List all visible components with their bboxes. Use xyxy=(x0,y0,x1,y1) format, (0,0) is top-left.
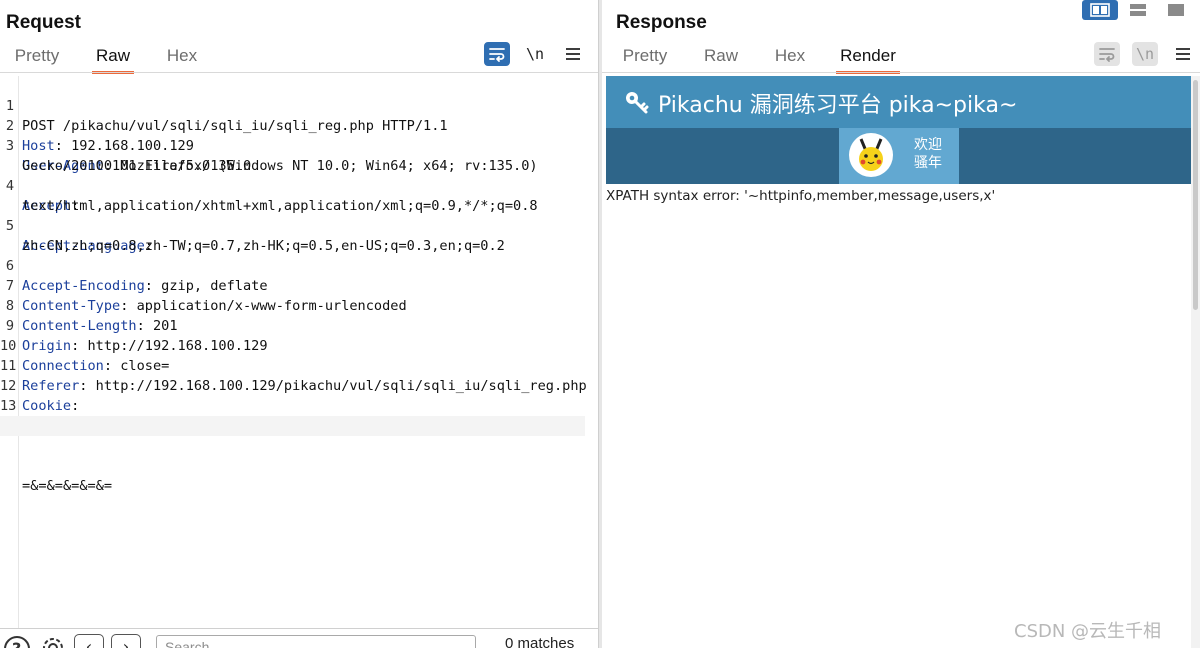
request-editor[interactable]: 1 POST /pikachu/vul/sqli/sqli_iu/sqli_re… xyxy=(0,76,598,628)
rendered-page: Pikachu 漏洞练习平台 pika~pika~ 欢迎 骚年 XPATH sy… xyxy=(606,76,1191,648)
request-line: text/html,application/xhtml+xml,applicat… xyxy=(0,176,538,214)
header-value xyxy=(79,398,87,414)
request-line: 10 Connection: close= xyxy=(0,338,170,374)
tab-raw[interactable]: Raw xyxy=(92,44,134,74)
settings-button[interactable] xyxy=(38,633,68,648)
search-input[interactable]: Search xyxy=(156,635,476,648)
wrap-lines-icon xyxy=(489,48,505,62)
newline-toggle-button-disabled[interactable]: \n xyxy=(1132,42,1158,66)
pane-divider[interactable] xyxy=(598,0,602,648)
next-match-button[interactable]: › xyxy=(111,634,141,648)
request-line: Gecko/20100101 Firefox/135.0 xyxy=(0,136,251,174)
request-line: 3 User-Agent: Mozilla/5.0 (Windows NT 10… xyxy=(0,116,538,174)
request-pane: Request Pretty Raw Hex \n 1 POST /pikach… xyxy=(0,0,598,648)
request-line: 5 Accept-Language: xyxy=(0,196,153,254)
request-line: 1 POST /pikachu/vul/sqli/sqli_iu/sqli_re… xyxy=(0,76,448,134)
line-text: Gecko/20100101 Firefox/135.0 xyxy=(22,158,252,174)
request-line: 7 Content-Type: application/x-www-form-u… xyxy=(0,256,407,314)
wrap-lines-icon xyxy=(1099,48,1115,62)
wrap-lines-button[interactable] xyxy=(484,42,510,66)
request-line: 4 Accept: xyxy=(0,156,79,214)
newline-icon: \n xyxy=(1135,45,1155,63)
layout-split-button[interactable] xyxy=(1082,0,1118,20)
welcome-text: 欢迎 骚年 xyxy=(914,137,942,171)
tab-hex[interactable]: Hex xyxy=(774,44,806,72)
key-icon xyxy=(626,92,649,114)
tab-pretty[interactable]: Pretty xyxy=(14,44,60,72)
site-header: Pikachu 漏洞练习平台 pika~pika~ xyxy=(606,76,1191,128)
request-line: 8 Content-Length: 201 xyxy=(0,276,178,334)
response-scrollbar-thumb[interactable] xyxy=(1193,80,1198,310)
request-line: 6 Accept-Encoding: gzip, deflate xyxy=(0,236,268,294)
header-value: http://192.168.100.129 xyxy=(79,338,268,354)
tab-pretty[interactable]: Pretty xyxy=(622,44,668,72)
arrow-left-icon: ‹ xyxy=(85,637,93,648)
tab-render[interactable]: Render xyxy=(836,44,900,74)
header-value: application/x-www-form-urlencoded xyxy=(128,298,407,314)
help-button[interactable]: ? xyxy=(4,636,30,648)
request-line: 2 Host: 192.168.100.129 xyxy=(0,96,194,154)
request-search-bar: ? ‹ › Search 0 matches xyxy=(0,628,598,648)
request-menu-button[interactable] xyxy=(560,42,586,66)
request-line xyxy=(0,416,585,436)
user-box[interactable]: 欢迎 骚年 xyxy=(839,128,959,184)
site-title: Pikachu 漏洞练习平台 pika~pika~ xyxy=(658,93,1018,118)
response-title: Response xyxy=(616,12,707,33)
line-text: zh-CN,zh;q=0.8,zh-TW;q=0.7,zh-HK;q=0.5,e… xyxy=(22,238,505,254)
xpath-error-message: XPATH syntax error: '~httpinfo,member,me… xyxy=(606,188,996,204)
request-title: Request xyxy=(6,12,81,33)
wrap-lines-button-disabled[interactable] xyxy=(1094,42,1120,66)
line-text: text/html,application/xhtml+xml,applicat… xyxy=(22,198,538,214)
response-tabs-divider xyxy=(602,72,1200,73)
newline-toggle-button[interactable]: \n xyxy=(522,42,548,66)
layout-single-icon xyxy=(1168,4,1184,16)
watermark: CSDN @云生千相 xyxy=(1014,621,1162,642)
layout-horizontal-icon xyxy=(1130,4,1146,16)
line-text: POST /pikachu/vul/sqli/sqli_iu/sqli_reg.… xyxy=(22,118,448,134)
request-line xyxy=(0,436,49,456)
layout-horizontal-button[interactable] xyxy=(1120,0,1156,20)
response-tabs: Pretty Raw Hex Render xyxy=(622,44,900,74)
tab-hex[interactable]: Hex xyxy=(166,44,198,72)
match-count: 0 matches xyxy=(505,635,575,648)
layout-single-button[interactable] xyxy=(1158,0,1194,20)
arrow-right-icon: › xyxy=(122,637,130,648)
previous-match-button[interactable]: ‹ xyxy=(74,634,104,648)
help-icon: ? xyxy=(12,639,21,648)
layout-switcher xyxy=(1082,0,1200,20)
request-tabs-divider xyxy=(0,72,598,73)
request-line: 13 xyxy=(0,376,49,414)
request-line: zh-CN,zh;q=0.8,zh-TW;q=0.7,zh-HK;q=0.5,e… xyxy=(0,216,505,254)
settings-icon xyxy=(43,638,63,648)
avatar xyxy=(849,133,893,177)
layout-split-icon xyxy=(1090,3,1110,17)
menu-icon xyxy=(566,48,580,60)
newline-icon: \n xyxy=(525,45,545,63)
tab-raw[interactable]: Raw xyxy=(704,44,738,72)
response-menu-button[interactable] xyxy=(1170,42,1196,66)
menu-icon xyxy=(1176,48,1190,60)
request-line: 11 Referer: http://192.168.100.129/pikac… xyxy=(0,358,587,394)
header-value: 201 xyxy=(144,318,178,334)
header-value: http://192.168.100.129/pikachu/vul/sqli/… xyxy=(87,378,587,394)
header-value: 192.168.100.129 xyxy=(62,138,194,154)
request-tabs: Pretty Raw Hex xyxy=(14,44,198,74)
request-line: 14 xyxy=(0,396,49,434)
request-line: =&=&=&=&=&= xyxy=(22,478,113,494)
request-line: 9 Origin: http://192.168.100.129 xyxy=(0,296,268,354)
header-value: gzip, deflate xyxy=(152,278,268,294)
request-line: 12 Cookie: xyxy=(0,356,79,414)
